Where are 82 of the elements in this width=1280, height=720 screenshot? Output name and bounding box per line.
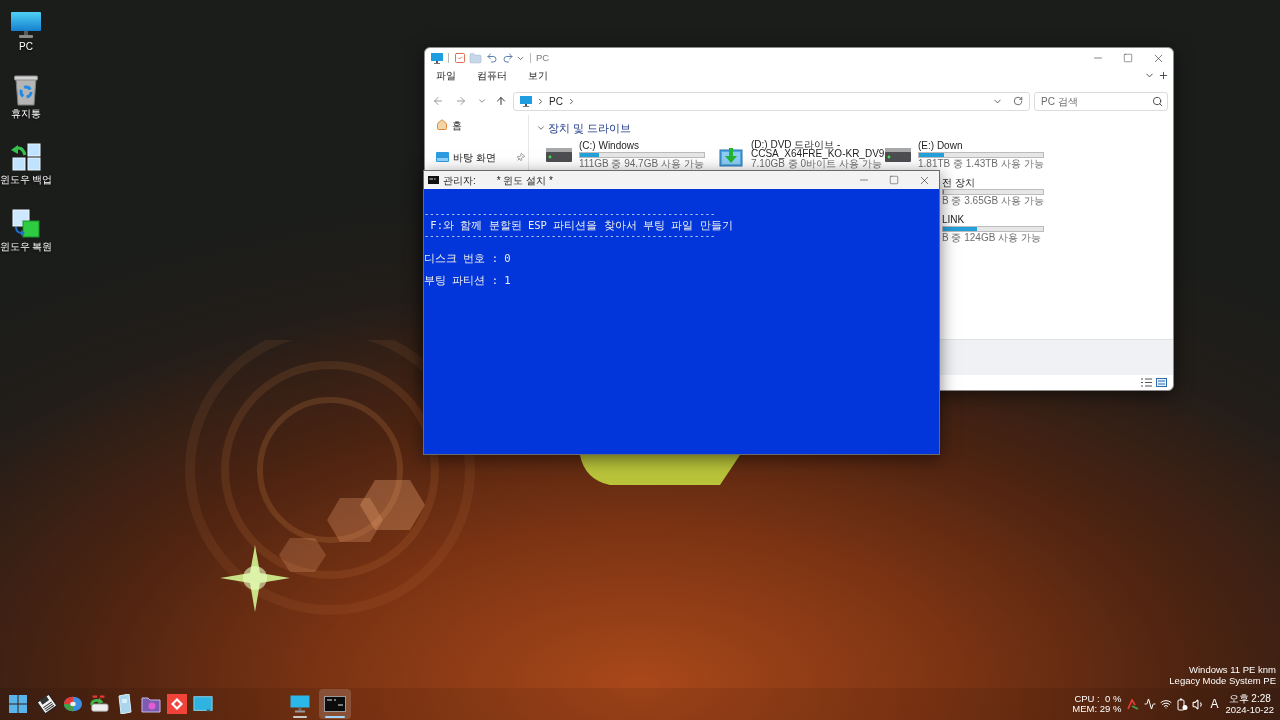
undo-icon[interactable] [486, 52, 498, 64]
monitor-icon[interactable] [10, 11, 42, 39]
arrow-left-icon [432, 95, 444, 107]
console-heading: F:와 함께 분할된 ESP 파티션을 찾아서 부팅 파일 만들기 [429, 220, 733, 231]
hard-drive-icon [884, 147, 912, 163]
drive-name[interactable]: (D:) DVD 드라이브 - [751, 140, 841, 149]
breadcrumb-item[interactable]: PC [549, 93, 563, 109]
monitor-icon [290, 695, 310, 713]
sidebar-item[interactable]: 홈 [452, 117, 462, 133]
chevron-down-icon[interactable] [536, 123, 546, 133]
desktop-icon-label[interactable]: PC [19, 41, 33, 53]
section-heading[interactable]: 장치 및 드라이브 [548, 119, 632, 137]
wifi-icon[interactable] [1160, 698, 1173, 710]
console-line: 디스크 번호 : 0 [424, 253, 511, 264]
folder-icon[interactable] [141, 695, 161, 713]
window-caption: * 윈도 설치 * [496, 173, 553, 188]
window-title: PC [536, 50, 550, 65]
drive-name[interactable]: (E:) Down [918, 140, 963, 151]
chevron-down-icon [477, 96, 487, 106]
search-input[interactable]: PC 검색 [1041, 93, 1152, 109]
menu-item[interactable]: 보기 [528, 69, 548, 82]
drive-space: 111GB 중 94.7GB 사용 가능 [579, 158, 704, 169]
menu-item[interactable]: 파일 [436, 69, 456, 82]
tiles-view-icon[interactable] [1156, 378, 1167, 387]
pie-chart-icon[interactable] [63, 695, 83, 713]
drive-space: B 중 3.65GB 사용 가능 [942, 195, 1044, 206]
recycle-bin-icon[interactable] [13, 73, 39, 106]
search-icon[interactable] [1152, 95, 1163, 107]
drive-space: 1.81TB 중 1.43TB 사용 가능 [918, 158, 1044, 169]
monitor-icon [431, 52, 443, 64]
home-icon[interactable] [436, 119, 448, 131]
arrow-up-icon [495, 95, 507, 107]
menu-item[interactable]: 컴퓨터 [477, 69, 507, 82]
drive-name[interactable]: CCSA_X64FRE_KO-KR_DV9 [751, 149, 885, 158]
drive-name[interactable]: LINK [942, 214, 965, 225]
memory-usage: MEM: 29 % [1072, 704, 1122, 714]
console-line: 부팅 파티션 : 1 [424, 275, 511, 286]
drive-arrow-icon[interactable] [89, 693, 109, 715]
clock-date[interactable]: 2024-10-22 [1225, 704, 1274, 715]
desktop-icon-label[interactable]: 휴지통 [11, 107, 41, 120]
checklist-icon[interactable] [454, 52, 466, 64]
details-view-icon[interactable] [1141, 378, 1152, 387]
maximize-icon [889, 175, 899, 185]
new-tab-icon[interactable] [1158, 70, 1169, 81]
drive-space: B 중 124GB 사용 가능 [942, 232, 1041, 243]
refresh-icon[interactable] [1013, 96, 1023, 106]
desktop-caption: Windows 11 PE knm [1189, 665, 1276, 676]
monitor-icon [520, 95, 532, 107]
arrow-right-icon [455, 95, 467, 107]
taskbar-app-button[interactable] [319, 689, 351, 719]
pin-icon[interactable] [514, 150, 527, 164]
drive-name[interactable]: 전 장치 [942, 177, 975, 188]
clock-time[interactable]: 오후 2:28 [1228, 693, 1271, 704]
hard-drive-icon [545, 147, 573, 163]
desktop-icon-label[interactable]: 윈도우 복원 [0, 240, 53, 253]
tablet-icon[interactable] [118, 694, 132, 714]
desktop-caption: Legacy Mode System PE [1169, 675, 1276, 686]
drive-space: 7.10GB 중 0바이트 사용 가능 [751, 158, 882, 169]
window-title: 관리자: [443, 173, 476, 188]
cpu-usage: CPU : 0 % [1074, 694, 1122, 704]
drive-download-icon [719, 147, 743, 169]
screen-icon[interactable] [193, 695, 213, 713]
search-field[interactable]: PC 검색 [1034, 91, 1168, 111]
sidebar-item[interactable]: 바탕 화면 [453, 149, 496, 165]
desktop-icon-label[interactable]: 윈도우 백업 [0, 174, 53, 186]
diamond-tile-icon[interactable] [167, 694, 187, 714]
dash-line: ------------------------------------------------------- [424, 231, 716, 242]
tiles-arrow-icon[interactable] [10, 142, 42, 172]
pulse-icon[interactable] [1144, 698, 1157, 710]
start-icon[interactable] [9, 695, 27, 713]
battery-icon[interactable] [1177, 697, 1189, 711]
maximize-icon [1123, 53, 1133, 63]
address-bar[interactable]: PC [513, 91, 1030, 111]
overlapping-squares-icon[interactable] [11, 208, 41, 239]
chevron-right-icon[interactable] [536, 96, 545, 106]
terminal-icon [428, 176, 439, 184]
drive-name[interactable]: (C:) Windows [579, 140, 639, 151]
input-mode-indicator[interactable]: A [1210, 695, 1219, 713]
redo-icon[interactable] [502, 52, 514, 64]
dash-line: ------------------------------------------------------- [424, 209, 716, 220]
graph-icon[interactable] [1127, 698, 1140, 710]
terminal-icon [324, 696, 346, 712]
